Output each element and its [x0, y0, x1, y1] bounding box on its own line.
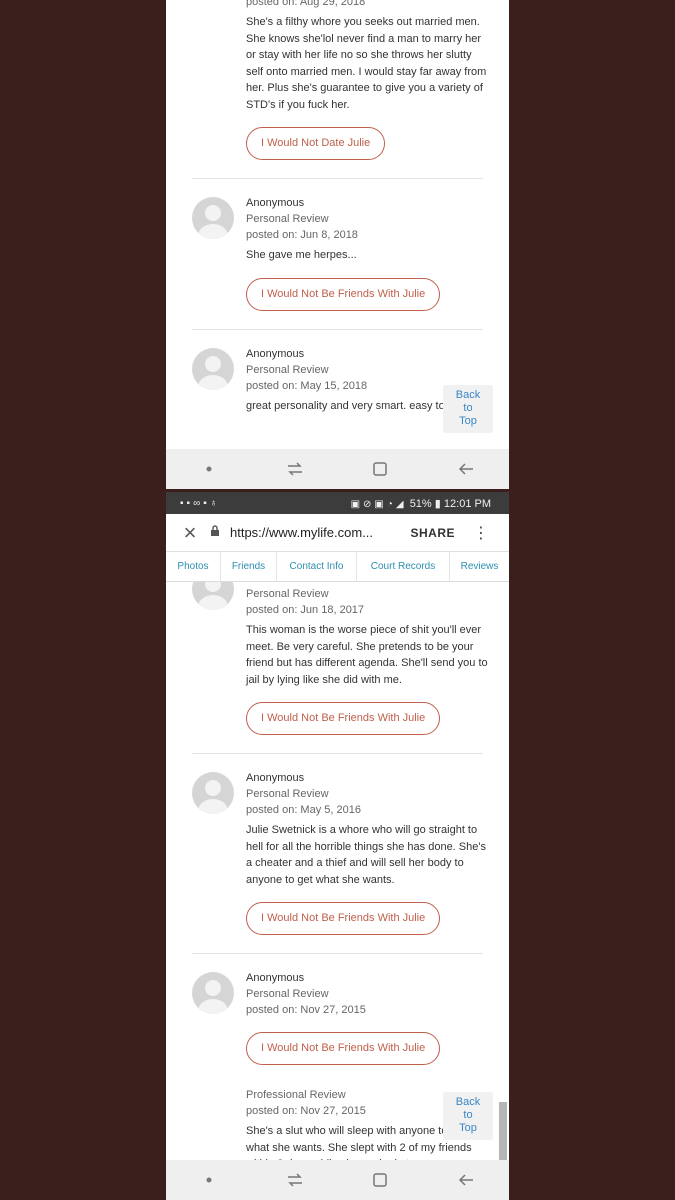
battery-icon: ▮	[434, 497, 441, 510]
home-icon[interactable]	[360, 1165, 400, 1195]
recent-apps-icon[interactable]	[275, 1165, 315, 1195]
tab-friends[interactable]: Friends	[221, 552, 277, 582]
review-type: Personal Review	[246, 213, 329, 225]
dot-icon[interactable]	[189, 454, 229, 484]
review-text: She gave me herpes...	[246, 249, 357, 261]
lock-icon	[210, 524, 224, 542]
would-not-be-friends-button[interactable]: I Would Not Be Friends With Julie	[246, 702, 441, 735]
review-item: Anonymous Personal Review posted on: Jun…	[166, 195, 509, 311]
review-type: Personal Review	[246, 988, 329, 1000]
back-to-top-button[interactable]: Back to Top	[443, 1092, 493, 1140]
divider	[192, 178, 483, 179]
divider	[192, 953, 483, 954]
review-date: posted on: Jun 8, 2018	[246, 229, 358, 241]
divider	[192, 328, 483, 330]
review-item: Anonymous Personal Review posted on: May…	[166, 770, 509, 935]
back-arrow-icon[interactable]	[446, 454, 486, 484]
recent-apps-icon[interactable]	[275, 454, 315, 484]
would-not-be-friends-button[interactable]: I Would Not Be Friends With Julie	[246, 902, 441, 935]
home-icon[interactable]	[360, 454, 400, 484]
review-author: Anonymous	[246, 972, 305, 984]
review-author: Anonymous	[246, 197, 305, 209]
top-phone-screen: posted on: Aug 29, 2018 She's a filthy w…	[166, 0, 509, 489]
close-icon[interactable]: ×	[176, 520, 204, 546]
more-options-icon[interactable]: ⋮	[473, 523, 489, 543]
review-partial: posted on: Aug 29, 2018 She's a filthy w…	[166, 0, 509, 160]
watermark-strip	[499, 1102, 507, 1162]
avatar	[192, 772, 234, 814]
back-to-top-label: to	[463, 1109, 473, 1121]
android-nav-bar	[166, 1160, 509, 1200]
back-to-top-label: Back	[455, 389, 481, 401]
review-text: This woman is the worse piece of shit yo…	[246, 624, 488, 686]
android-nav-bar	[166, 449, 509, 489]
review-author: Anonymous	[246, 347, 305, 360]
back-to-top-label: Top	[459, 415, 477, 427]
tab-reviews[interactable]: Reviews	[450, 552, 509, 582]
tab-court-records[interactable]: Court Records	[357, 552, 450, 582]
tab-contact-info[interactable]: Contact Info	[277, 552, 357, 582]
review-text: She's a filthy whore you seeks out marri…	[246, 16, 487, 111]
back-to-top-label: to	[463, 402, 473, 414]
review-item: Anonymous Personal Review posted on: Nov…	[166, 970, 509, 1065]
share-button[interactable]: SHARE	[410, 526, 455, 540]
avatar	[192, 347, 234, 390]
review-text: Julie Swetnick is a whore who will go st…	[246, 824, 486, 886]
dot-icon[interactable]	[189, 1165, 229, 1195]
signal-icons: ▣⊘▣◔◢	[350, 498, 407, 510]
review-date: posted on: Nov 27, 2015	[246, 1004, 366, 1016]
avatar	[192, 197, 234, 239]
review-type: Personal Review	[246, 363, 329, 376]
back-to-top-label: Top	[459, 1122, 477, 1134]
back-arrow-icon[interactable]	[446, 1165, 486, 1195]
battery-level: 51%	[409, 497, 432, 510]
clock: 12:01 PM	[443, 497, 491, 510]
would-not-be-friends-button[interactable]: I Would Not Be Friends With Julie	[246, 1032, 441, 1065]
profile-tabs: Photos Friends Contact Info Court Record…	[166, 552, 509, 582]
would-not-date-button[interactable]: I Would Not Date Julie	[246, 127, 386, 160]
review-date: posted on: Aug 29, 2018	[246, 0, 366, 8]
divider	[192, 753, 483, 754]
browser-toolbar: × https://www.mylife.com... SHARE ⋮	[166, 514, 509, 552]
review-author: Anonymous	[246, 772, 305, 784]
url-field[interactable]: https://www.mylife.com...	[230, 525, 410, 540]
review-type: Personal Review	[246, 588, 329, 600]
back-to-top-button[interactable]: Back to Top	[443, 385, 493, 433]
notification-icons: ▪▪∞▪♁	[180, 497, 221, 509]
review-partial: Personal Review posted on: Jun 18, 2017 …	[166, 568, 509, 735]
back-to-top-label: Back	[455, 1096, 481, 1108]
review-date: posted on: Jun 18, 2017	[246, 604, 365, 616]
avatar	[192, 972, 234, 1014]
status-right: ▣⊘▣◔◢ 51% ▮ 12:01 PM	[351, 497, 491, 510]
status-bar: ▪▪∞▪♁ ▣⊘▣◔◢ 51% ▮ 12:01 PM	[166, 492, 509, 514]
review-type: Personal Review	[246, 788, 329, 800]
would-not-be-friends-button[interactable]: I Would Not Be Friends With Julie	[246, 277, 441, 311]
bottom-phone-screen: Personal Review posted on: Jun 18, 2017 …	[166, 492, 509, 1200]
review-date: posted on: May 5, 2016	[246, 804, 361, 816]
tab-photos[interactable]: Photos	[166, 552, 221, 582]
